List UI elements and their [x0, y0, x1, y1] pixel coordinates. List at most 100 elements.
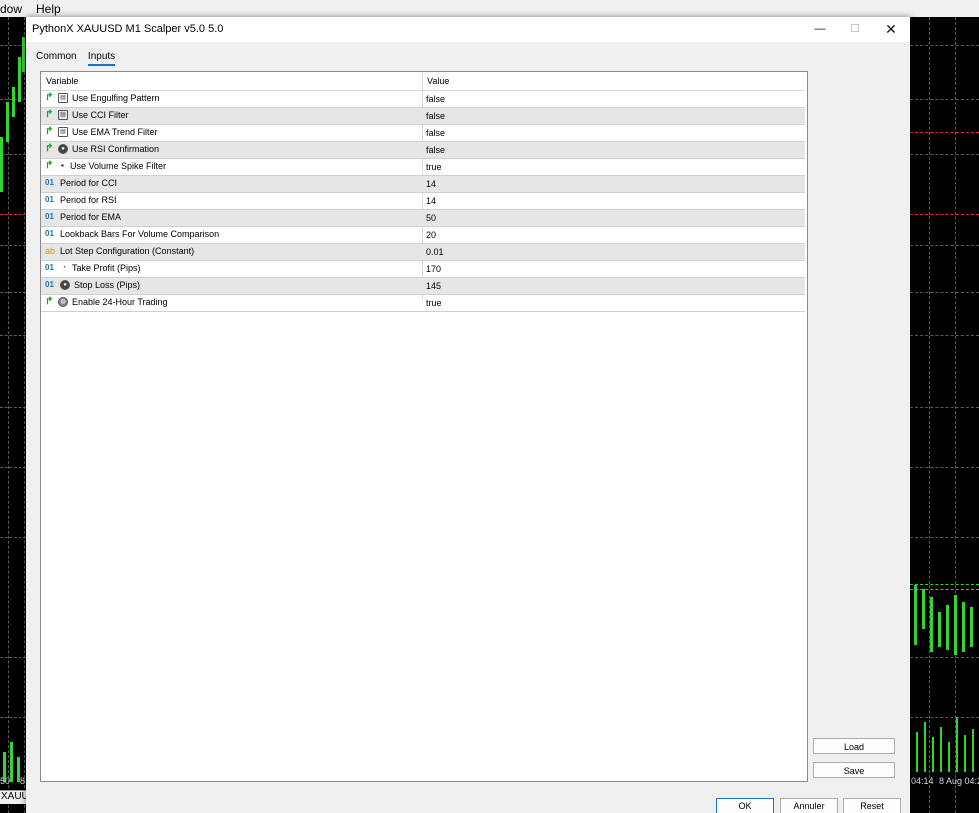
- time-axis-label: 04:14: [911, 776, 934, 786]
- candle: [914, 585, 917, 645]
- value-cell[interactable]: 14: [426, 179, 436, 189]
- chart-right-strip: 04:14 8 Aug 04:22: [910, 17, 979, 813]
- table-row[interactable]: 01 Period for CCI 14: [41, 176, 805, 193]
- variable-label: Period for RSI: [60, 195, 117, 205]
- price-level-line: [910, 584, 979, 585]
- value-cell[interactable]: false: [426, 145, 445, 155]
- candle: [22, 37, 25, 72]
- value-cell[interactable]: 145: [426, 281, 441, 291]
- value-cell[interactable]: true: [426, 162, 442, 172]
- table-row[interactable]: ↱ ▤ Use EMA Trend Filter false: [41, 125, 805, 142]
- grid-line: [910, 467, 979, 468]
- variable-cell: 01 Lookback Bars For Volume Comparison: [45, 229, 219, 239]
- table-row[interactable]: ↱ ◍ Enable 24-Hour Trading true: [41, 295, 805, 312]
- cancel-button[interactable]: Annuler: [780, 798, 838, 813]
- grid-line: [910, 154, 979, 155]
- int-type-icon: 01: [45, 280, 54, 289]
- value-cell[interactable]: false: [426, 111, 445, 121]
- variable-cell: 01 Period for CCI: [45, 178, 117, 188]
- variable-label: Lookback Bars For Volume Comparison: [60, 229, 220, 239]
- variable-cell: 01 Period for EMA: [45, 212, 121, 222]
- value-cell[interactable]: 14: [426, 196, 436, 206]
- grid-line: [0, 537, 26, 538]
- variable-label: Use RSI Confirmation: [72, 144, 160, 154]
- variable-cell: 01 Period for RSI: [45, 195, 117, 205]
- tab-inputs[interactable]: Inputs: [87, 51, 116, 66]
- value-cell[interactable]: true: [426, 298, 442, 308]
- variable-label: Lot Step Configuration (Constant): [60, 246, 195, 256]
- candle: [0, 137, 3, 192]
- variable-label: Enable 24-Hour Trading: [72, 297, 168, 307]
- time-axis-label: 8: [20, 776, 26, 786]
- table-row[interactable]: ↱ ▤ Use Engulfing Pattern false: [41, 91, 805, 108]
- value-cell[interactable]: 50: [426, 213, 436, 223]
- grid-line: [910, 99, 979, 100]
- bool-type-icon: ↱: [45, 109, 54, 120]
- grid-line: [955, 17, 956, 813]
- table-body: ↱ ▤ Use Engulfing Pattern false ↱ ▤ Use …: [41, 91, 805, 312]
- menu-window[interactable]: dow: [0, 2, 22, 16]
- menu-help[interactable]: Help: [36, 2, 61, 16]
- candle: [18, 57, 21, 102]
- value-cell[interactable]: false: [426, 94, 445, 104]
- grid-line: [0, 467, 26, 468]
- table-row[interactable]: 01 ◔ Take Profit (Pips) 170: [41, 261, 805, 278]
- volume-bar: [916, 732, 918, 772]
- reset-button[interactable]: Reset: [843, 798, 901, 813]
- grid-line: [0, 245, 26, 246]
- volume-bar: [964, 735, 966, 772]
- candle: [946, 605, 949, 650]
- speaker-icon: ◂: [60, 163, 64, 169]
- table-row[interactable]: ab Lot Step Configuration (Constant) 0.0…: [41, 244, 805, 261]
- variable-cell: ↱ ▤ Use EMA Trend Filter: [45, 127, 158, 137]
- maximize-button[interactable]: ☐: [837, 17, 873, 42]
- table-row[interactable]: 01 Lookback Bars For Volume Comparison 2…: [41, 227, 805, 244]
- dialog-titlebar[interactable]: PythonX XAUUSD M1 Scalper v5.0 5.0 — ☐ ✕: [26, 17, 910, 42]
- grid-line: [910, 45, 979, 46]
- dialog-title: PythonX XAUUSD M1 Scalper v5.0 5.0: [32, 23, 224, 35]
- volume-bar: [956, 717, 958, 772]
- int-type-icon: 01: [45, 195, 54, 204]
- grid-line: [910, 657, 979, 658]
- variable-cell: ↱ ◂ Use Volume Spike Filter: [45, 161, 166, 172]
- grid-line: [910, 717, 979, 718]
- table-row[interactable]: ↱ ▤ Use CCI Filter false: [41, 108, 805, 125]
- close-button[interactable]: ✕: [873, 17, 909, 42]
- column-header-variable[interactable]: Variable: [46, 76, 78, 86]
- value-cell[interactable]: false: [426, 128, 445, 138]
- value-cell[interactable]: 20: [426, 230, 436, 240]
- table-header: Variable Value: [41, 72, 805, 91]
- globe-icon: ◍: [58, 297, 68, 307]
- volume-bar: [932, 737, 934, 772]
- target-icon: ◔: [62, 265, 66, 271]
- value-cell[interactable]: 170: [426, 264, 441, 274]
- trend-chart-icon: ▤: [58, 127, 68, 137]
- terminal-menubar: dow Help: [0, 0, 979, 18]
- column-header-value[interactable]: Value: [427, 76, 449, 86]
- variable-cell: ab Lot Step Configuration (Constant): [45, 246, 194, 256]
- grid-line: [24, 17, 25, 813]
- bool-type-icon: ↱: [45, 143, 54, 154]
- table-row[interactable]: 01 ● Stop Loss (Pips) 145: [41, 278, 805, 295]
- chart-left-strip: 50 8: [0, 17, 26, 813]
- table-row[interactable]: 01 Period for EMA 50: [41, 210, 805, 227]
- chart-filter-icon: ▤: [58, 110, 68, 120]
- variable-cell: ↱ ▤ Use CCI Filter: [45, 110, 129, 120]
- value-cell[interactable]: 0.01: [426, 247, 444, 257]
- table-row[interactable]: 01 Period for RSI 14: [41, 193, 805, 210]
- ok-button[interactable]: OK: [716, 798, 774, 813]
- variable-cell: ↱ ● Use RSI Confirmation: [45, 144, 159, 154]
- grid-line: [910, 245, 979, 246]
- minimize-button[interactable]: —: [802, 17, 838, 42]
- candle: [970, 607, 973, 647]
- dot-icon: ●: [58, 144, 68, 154]
- table-row[interactable]: ↱ ◂ Use Volume Spike Filter true: [41, 159, 805, 176]
- bool-type-icon: ↱: [45, 126, 54, 137]
- table-row[interactable]: ↱ ● Use RSI Confirmation false: [41, 142, 805, 159]
- candle: [6, 102, 9, 142]
- load-button[interactable]: Load: [813, 738, 895, 754]
- ea-properties-dialog: PythonX XAUUSD M1 Scalper v5.0 5.0 — ☐ ✕…: [26, 17, 910, 813]
- tab-common[interactable]: Common: [36, 51, 77, 64]
- save-button[interactable]: Save: [813, 762, 895, 778]
- symbol-tab[interactable]: XAUUSD: [0, 790, 26, 804]
